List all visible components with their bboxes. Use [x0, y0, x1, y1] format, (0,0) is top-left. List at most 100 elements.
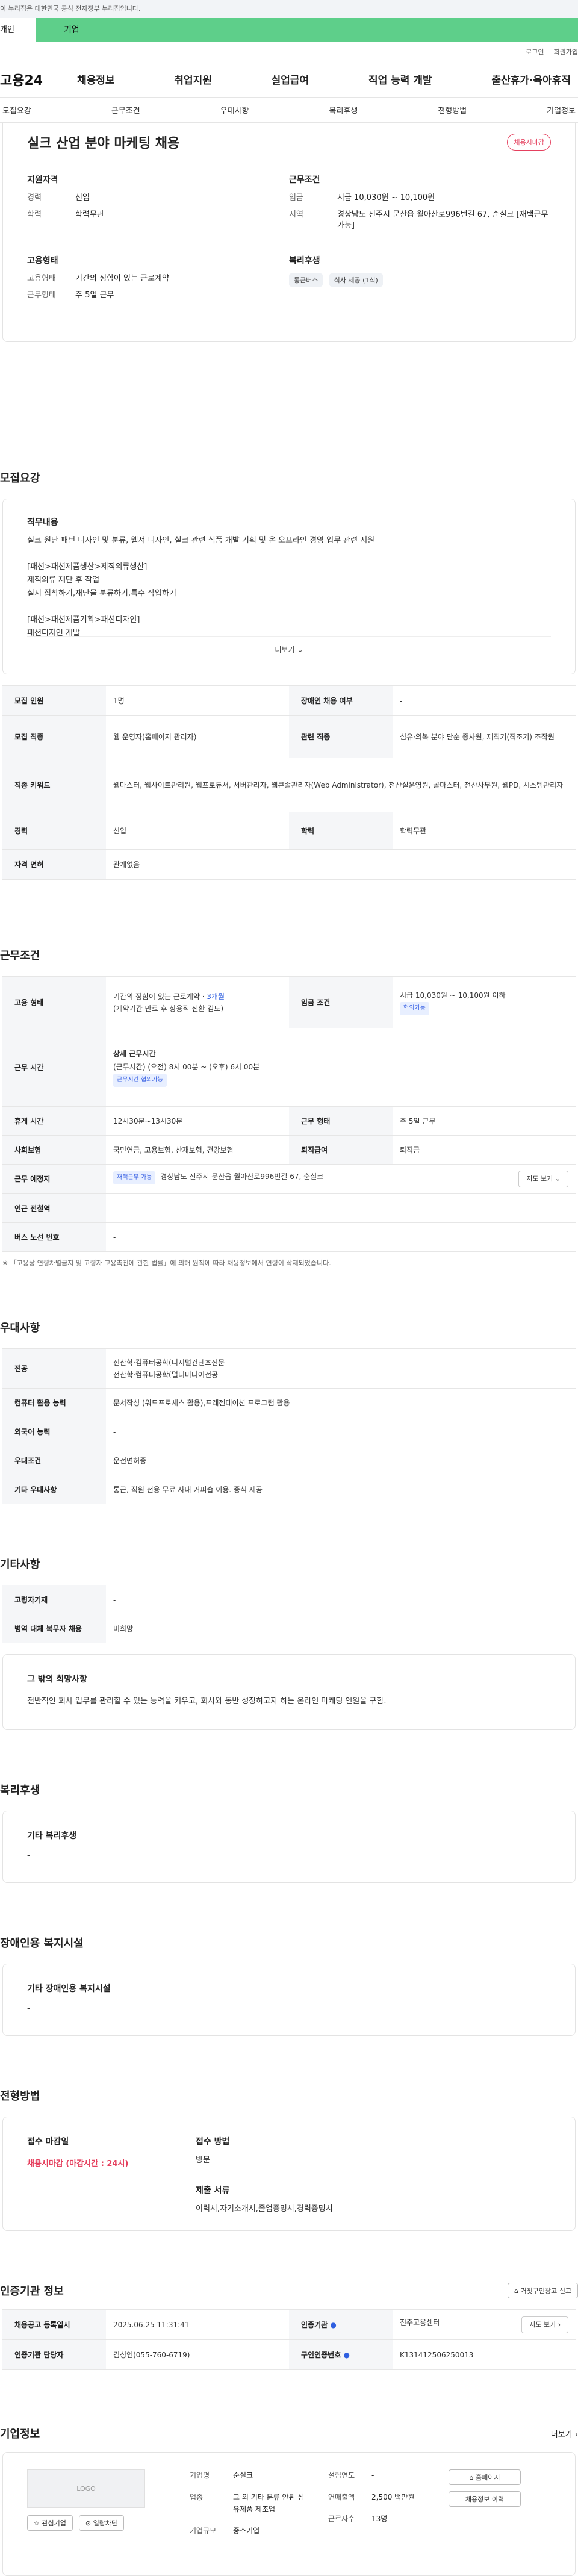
region-label: 지역: [289, 210, 303, 219]
disabled-facility-text: -: [27, 2004, 30, 2013]
expand-description-button[interactable]: 더보기 ⌄: [27, 636, 551, 662]
welfare-box-text: -: [27, 1851, 30, 1860]
license-label: 자격 면허: [2, 849, 106, 880]
region-value: 경상남도 진주시 문산읍 월아산로996번길 67, 순실크 [재택근무 가능]: [337, 210, 548, 230]
map-view-button[interactable]: 지도 보기 ⌄: [518, 1171, 568, 1187]
report-icon: ⌂: [514, 2287, 519, 2295]
homepage-label: 홈페이지: [476, 2474, 500, 2481]
age-law-note: ※ 「고용상 연령차별금지 및 고령자 고용촉진에 관한 법률」에 의해 원칙에…: [2, 1259, 331, 1267]
major-label: 전공: [2, 1348, 106, 1389]
company-logo: LOGO: [27, 2469, 145, 2508]
career-label: 경력: [2, 812, 106, 850]
language-value: -: [106, 1417, 576, 1446]
company-header: 기업정보 더보기 ›: [0, 2425, 578, 2441]
segment-business[interactable]: 기업: [36, 18, 578, 42]
employees-label: 근로자수: [328, 2515, 355, 2523]
sales-value: 2,500 백만원: [371, 2493, 415, 2501]
major-item: 전산학·컴퓨터공학(디지털컨텐츠전문: [113, 1358, 225, 1367]
bus-value: -: [106, 1222, 576, 1252]
welfare-chip: 식사 제공 (1식): [329, 273, 383, 287]
method-value: 방문: [196, 2156, 210, 2165]
company-more-label: 더보기: [550, 2430, 573, 2439]
job-history-button[interactable]: 채용정보 이력: [449, 2491, 521, 2507]
company-more-link[interactable]: 더보기 ›: [551, 2428, 578, 2439]
disabled-facility-section-title: 장애인용 복지시설: [0, 1937, 84, 1950]
conditions-section-title: 근무조건: [0, 950, 40, 962]
related-category-value: 섬유·의복 분야 단순 종사원, 제직기(직조기) 조작원: [393, 715, 576, 758]
industry-value: 그 외 기타 분류 안된 섬유제품 제조업: [233, 2493, 305, 2513]
tab-preference[interactable]: 우대사항: [218, 104, 252, 116]
insurance-label: 사회보험: [2, 1135, 106, 1165]
favorite-company-button[interactable]: ☆ 관심기업: [27, 2515, 73, 2531]
education-value: 학력무관: [75, 210, 104, 219]
homepage-button[interactable]: ⌂ 홈페이지: [449, 2469, 521, 2485]
home-icon: ⌂: [469, 2474, 474, 2481]
education-label: 학력: [289, 812, 393, 850]
other-preference-value: 통근, 직원 전용 무료 사내 커피숍 이용. 중식 제공: [106, 1475, 576, 1504]
disabled-hiring-label: 장애인 채용 여부: [289, 685, 393, 716]
tab-company[interactable]: 기업정보: [544, 104, 578, 116]
work-hours-value: 상세 근무시간 (근무시간) (오전) 8시 00분 ~ (오후) 6시 00분…: [106, 1028, 576, 1107]
util-links: 로그인 회원가입: [0, 42, 578, 61]
reg-date-value: 2025.06.25 11:31:41: [106, 2309, 289, 2340]
employment-type-heading: 고용형태: [27, 256, 58, 266]
employment-form-value: 기간의 정함이 있는 근로계약 · 3개월 (계약기간 만료 후 상용직 전환 …: [106, 976, 289, 1028]
chevron-down-icon: ⌄: [297, 646, 303, 654]
tab-apply[interactable]: 전형방법: [435, 104, 469, 116]
disabled-facility-heading: 기타 장애인용 복지시설: [27, 1984, 111, 1994]
cert-map-label: 지도 보기: [529, 2320, 556, 2329]
job-description-text: 실크 원단 패턴 디자인 및 분류, 웹서 디자인, 실크 관련 식품 개발 기…: [27, 536, 375, 636]
military-label: 병역 대체 복무자 채용: [2, 1614, 106, 1643]
cert-number-label-text: 구인인증번호: [301, 2350, 341, 2359]
company-size-label: 기업규모: [190, 2527, 217, 2535]
tab-conditions[interactable]: 근무조건: [109, 104, 143, 116]
site-logo[interactable]: 고용24: [0, 70, 77, 89]
career-value: 신입: [75, 193, 90, 202]
deadline-value: 채용시마감 (마감시간 : 24시): [27, 2159, 129, 2168]
cert-table: 채용공고 등록일시 2025.06.25 11:31:41 인증기관 ● 진주고…: [2, 2309, 576, 2370]
work-form-value: 주 5일 근무: [393, 1106, 576, 1136]
wage-negotiable-tag: 협의가능: [400, 1002, 429, 1015]
work-hours-label: 근무 시간: [2, 1028, 106, 1107]
info-icon[interactable]: ●: [330, 2321, 336, 2329]
cert-staff-value: 김성연(055-760-6719): [106, 2339, 289, 2370]
tab-welfare[interactable]: 복리후생: [326, 104, 360, 116]
login-link[interactable]: 로그인: [526, 47, 544, 57]
insurance-value: 국민연금, 고용보험, 산재보험, 건강보험: [106, 1135, 289, 1165]
tab-recruit[interactable]: 모집요강: [0, 104, 34, 116]
cert-number-value: K131412506250013: [393, 2339, 576, 2370]
cert-map-button[interactable]: 지도 보기 ›: [521, 2316, 568, 2333]
cert-org-label-text: 인증기관: [301, 2320, 328, 2329]
headcount-value: 1명: [106, 685, 289, 716]
company-name-value: 순실크: [233, 2471, 253, 2480]
expand-label: 더보기: [275, 646, 295, 654]
join-link[interactable]: 회원가입: [554, 47, 578, 57]
headcount-label: 모집 인원: [2, 685, 106, 716]
major-item: 전산학·컴퓨터공학(멀티미디어전공: [113, 1370, 219, 1379]
work-type-value: 주 5일 근무: [75, 291, 114, 300]
job-description-box: 직무내용 실크 원단 패턴 디자인 및 분류, 웹서 디자인, 실크 관련 식품…: [2, 499, 576, 674]
disabled-facility-card: 기타 장애인용 복지시설 -: [2, 1964, 576, 2036]
gnb-item-training[interactable]: 직업 능력 개발: [368, 72, 432, 87]
method-heading: 접수 방법: [196, 2137, 230, 2147]
documents-heading: 제출 서류: [196, 2186, 230, 2195]
gnb-item-unemployment[interactable]: 실업급여: [272, 72, 309, 87]
gnb-item-jobs[interactable]: 채용정보: [77, 72, 115, 87]
computer-skill-label: 컴퓨터 활용 능력: [2, 1388, 106, 1417]
gnb-item-employment[interactable]: 취업지원: [174, 72, 212, 87]
segment-personal[interactable]: 개인: [0, 18, 36, 42]
report-label: 거짓구인광고 신고: [520, 2287, 571, 2295]
subway-value: -: [106, 1193, 576, 1223]
wage-value: 시급 10,030원 ~ 10,100원: [337, 193, 435, 202]
career-value: 신입: [106, 812, 289, 850]
sales-label: 연매출액: [328, 2493, 355, 2501]
gnb-item-leave[interactable]: 출산휴가·육아휴직: [491, 72, 571, 87]
report-fake-ad-button[interactable]: ⌂ 거짓구인광고 신고: [508, 2283, 578, 2298]
welfare-chip: 통근버스: [289, 273, 323, 287]
founded-label: 설립연도: [328, 2471, 355, 2480]
block-company-button[interactable]: ⊘ 열람차단: [78, 2515, 125, 2531]
other-wishes-heading: 그 밖의 희망사항: [27, 1675, 87, 1684]
info-icon[interactable]: ●: [343, 2351, 349, 2359]
conditions-table: 고용 형태 기간의 정함이 있는 근로계약 · 3개월 (계약기간 만료 후 상…: [2, 976, 576, 1252]
employees-value: 13명: [371, 2515, 388, 2523]
